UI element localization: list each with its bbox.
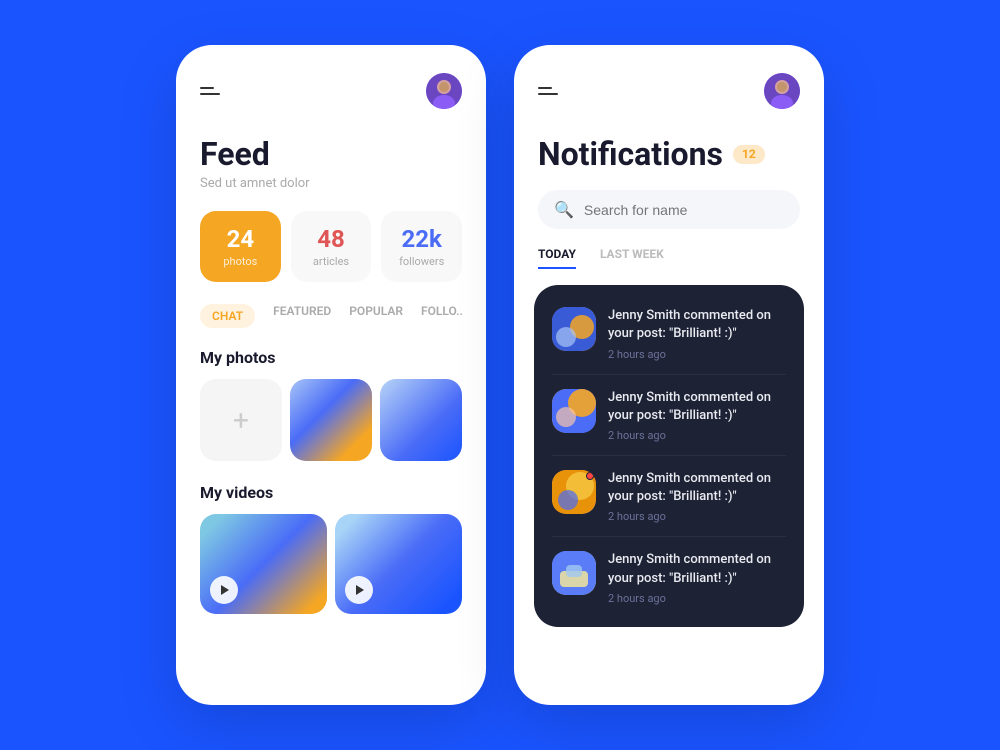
play-icon-1 [221, 585, 229, 595]
page-subtitle: Sed ut amnet dolor [200, 176, 462, 191]
video-item-1[interactable] [200, 514, 327, 614]
notification-count-badge: 12 [733, 145, 765, 164]
notif-avatar-2 [552, 389, 596, 433]
feed-header [200, 73, 462, 109]
stat-followers: 22k followers [381, 211, 462, 282]
photo-item-2[interactable] [380, 379, 462, 461]
hamburger-icon[interactable] [200, 87, 220, 95]
photos-grid: + [200, 379, 462, 461]
notif-time-4: 2 hours ago [608, 592, 786, 605]
tab-featured[interactable]: FEATURED [273, 304, 331, 328]
notifications-phone: Notifications 12 🔍 TODAY LAST WEEK [514, 45, 824, 705]
notif-hamburger-icon[interactable] [538, 87, 558, 95]
tab-popular[interactable]: POPULAR [349, 304, 403, 328]
phones-container: Feed Sed ut amnet dolor 24 photos 48 art… [176, 5, 824, 745]
stat-label-articles: articles [313, 255, 349, 268]
videos-grid [200, 514, 462, 614]
notif-content-3: Jenny Smith commented on your post: "Bri… [608, 470, 786, 523]
stat-label-photos: photos [223, 255, 257, 268]
notif-avatar-4 [552, 551, 596, 595]
notif-page-title: Notifications 12 [538, 137, 800, 172]
notif-avatar-3 [552, 470, 596, 514]
notif-content-4: Jenny Smith commented on your post: "Bri… [608, 551, 786, 604]
my-videos-title: My videos [200, 483, 462, 502]
play-button-1[interactable] [210, 576, 238, 604]
notification-item-4[interactable]: Jenny Smith commented on your post: "Bri… [534, 537, 804, 618]
search-icon: 🔍 [554, 200, 574, 219]
stat-number-photos: 24 [227, 225, 255, 253]
notif-time-2: 2 hours ago [608, 429, 786, 442]
notification-item-3[interactable]: Jenny Smith commented on your post: "Bri… [534, 456, 804, 537]
stat-number-articles: 48 [317, 225, 345, 253]
notif-header [538, 73, 800, 109]
page-title: Feed [200, 137, 462, 172]
feed-phone: Feed Sed ut amnet dolor 24 photos 48 art… [176, 45, 486, 705]
plus-icon: + [233, 404, 249, 437]
stat-photos: 24 photos [200, 211, 281, 282]
search-input[interactable] [584, 202, 784, 218]
stats-row: 24 photos 48 articles 22k followers [200, 211, 462, 282]
notif-text-4: Jenny Smith commented on your post: "Bri… [608, 551, 786, 587]
notif-text-1: Jenny Smith commented on your post: "Bri… [608, 307, 786, 343]
notif-time-1: 2 hours ago [608, 348, 786, 361]
notif-text-3: Jenny Smith commented on your post: "Bri… [608, 470, 786, 506]
stat-label-followers: followers [399, 255, 444, 268]
avatar[interactable] [426, 73, 462, 109]
tab-follow[interactable]: FOLLO... [421, 304, 462, 328]
feed-tab-row: CHAT FEATURED POPULAR FOLLO... [200, 304, 462, 328]
video-item-2[interactable] [335, 514, 462, 614]
notif-title-text: Notifications [538, 137, 723, 172]
play-icon-2 [356, 585, 364, 595]
notif-text-2: Jenny Smith commented on your post: "Bri… [608, 389, 786, 425]
notif-time-3: 2 hours ago [608, 510, 786, 523]
play-button-2[interactable] [345, 576, 373, 604]
notification-item-1[interactable]: Jenny Smith commented on your post: "Bri… [534, 293, 804, 374]
notif-content-2: Jenny Smith commented on your post: "Bri… [608, 389, 786, 442]
notif-content-1: Jenny Smith commented on your post: "Bri… [608, 307, 786, 360]
add-photo-button[interactable]: + [200, 379, 282, 461]
notif-avatar-1 [552, 307, 596, 351]
notification-dot-3 [586, 472, 594, 480]
tab-chat[interactable]: CHAT [200, 304, 255, 328]
photo-item-1[interactable] [290, 379, 372, 461]
stat-number-followers: 22k [402, 225, 442, 253]
notification-item-2[interactable]: Jenny Smith commented on your post: "Bri… [534, 375, 804, 456]
notif-avatar-user[interactable] [764, 73, 800, 109]
search-bar[interactable]: 🔍 [538, 190, 800, 229]
tab-today[interactable]: TODAY [538, 247, 576, 269]
date-tabs: TODAY LAST WEEK [538, 247, 800, 269]
notifications-list: Jenny Smith commented on your post: "Bri… [534, 285, 804, 627]
tab-last-week[interactable]: LAST WEEK [600, 247, 664, 269]
my-photos-title: My photos [200, 348, 462, 367]
stat-articles: 48 articles [291, 211, 372, 282]
